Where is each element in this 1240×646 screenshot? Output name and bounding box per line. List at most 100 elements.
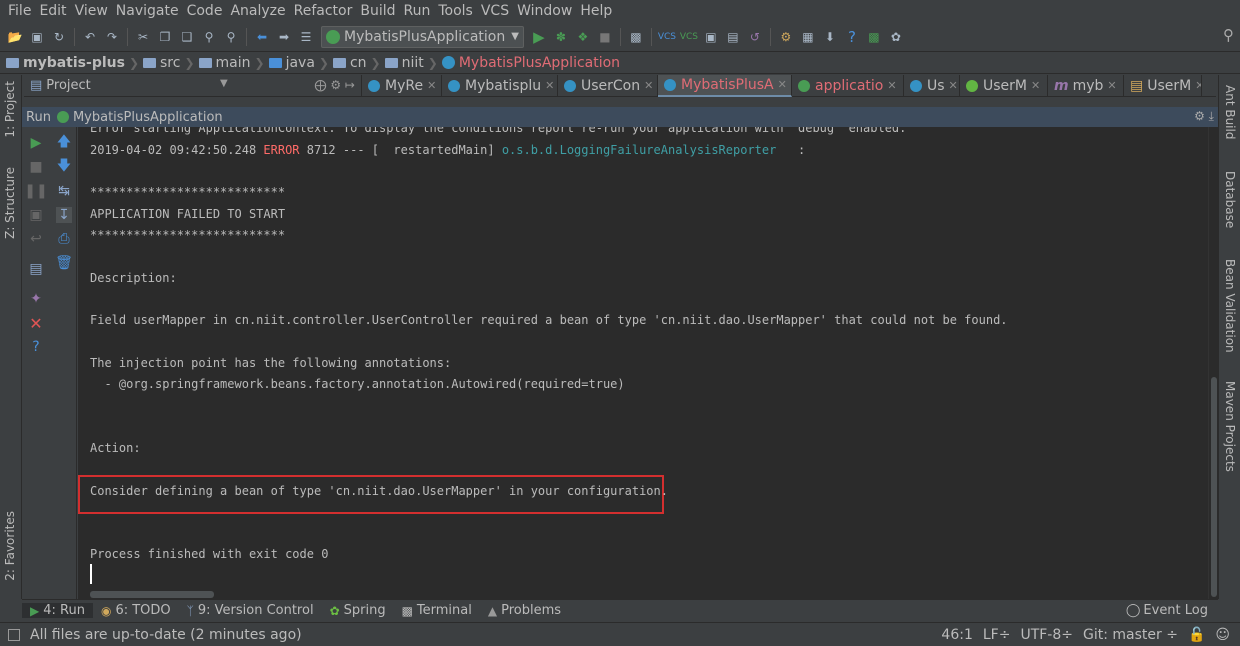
panel-settings-icon[interactable]: ⚙ ⤓ bbox=[1194, 109, 1214, 124]
file-encoding[interactable]: UTF-8÷ bbox=[1020, 627, 1073, 643]
breadcrumb-java[interactable]: java bbox=[268, 55, 315, 71]
menu-build[interactable]: Build bbox=[356, 3, 399, 19]
back-icon[interactable]: ⬅ bbox=[253, 28, 271, 46]
menu-vcs[interactable]: VCS bbox=[477, 3, 513, 19]
find-icon[interactable]: ⚲ bbox=[200, 28, 218, 46]
close-icon[interactable]: ✕ bbox=[644, 79, 653, 92]
project-structure-icon[interactable]: ▦ bbox=[799, 28, 817, 46]
arrow-up-icon[interactable]: 🡅 bbox=[56, 134, 72, 151]
menu-help[interactable]: Help bbox=[576, 3, 616, 19]
close-icon[interactable]: ✕ bbox=[1195, 79, 1201, 92]
search-everywhere-icon[interactable]: ⚲ bbox=[1223, 26, 1234, 44]
toggle-tool-windows-icon[interactable] bbox=[8, 628, 20, 641]
close-icon[interactable]: ✕ bbox=[949, 79, 958, 92]
tool-tab-favorites[interactable]: 2: Favorites bbox=[3, 511, 17, 581]
debug-icon[interactable]: ✽ bbox=[552, 28, 570, 46]
menu-window[interactable]: Window bbox=[513, 3, 576, 19]
project-panel-icons[interactable]: ⨁ ⚙ ↦ bbox=[315, 78, 355, 92]
redo-icon[interactable]: ↷ bbox=[103, 28, 121, 46]
revert-icon[interactable]: ↺ bbox=[746, 28, 764, 46]
menu-tools[interactable]: Tools bbox=[434, 3, 477, 19]
console-output[interactable]: Error starting ApplicationContext. To di… bbox=[78, 127, 1208, 599]
exit-icon[interactable]: ↩ bbox=[28, 231, 44, 247]
settings-icon[interactable]: ⚙ bbox=[777, 28, 795, 46]
tool-tab-todo[interactable]: ◉ 6: TODO bbox=[93, 603, 179, 618]
close-icon[interactable]: ✕ bbox=[545, 79, 554, 92]
copy-icon[interactable]: ❐ bbox=[156, 28, 174, 46]
bug-report-icon[interactable]: ✿ bbox=[887, 28, 905, 46]
menu-navigate[interactable]: Navigate bbox=[112, 3, 183, 19]
lock-icon[interactable]: 🔓 bbox=[1188, 627, 1205, 643]
tab-mybatisplusapplication[interactable]: MybatisPlusA ✕ bbox=[658, 74, 792, 97]
paste-icon[interactable]: ❑ bbox=[178, 28, 196, 46]
vertical-scrollbar[interactable] bbox=[1208, 127, 1218, 599]
tasks-icon[interactable]: ▩ bbox=[865, 28, 883, 46]
run-icon[interactable]: ▶ bbox=[530, 28, 548, 46]
tool-tab-problems[interactable]: ▲ Problems bbox=[480, 603, 569, 618]
log-logger-link[interactable]: o.s.b.d.LoggingFailureAnalysisReporter bbox=[502, 143, 777, 157]
inspector-icon[interactable]: ☺ bbox=[1215, 627, 1230, 643]
breadcrumb-src[interactable]: src bbox=[143, 55, 180, 71]
menu-edit[interactable]: Edit bbox=[35, 3, 70, 19]
tool-tab-maven-projects[interactable]: Maven Projects bbox=[1223, 381, 1237, 472]
pin-icon[interactable]: ✦ bbox=[28, 291, 44, 307]
tab-myb[interactable]: m myb ✕ bbox=[1048, 74, 1124, 97]
vcs-commit-icon[interactable]: VCS bbox=[680, 28, 698, 46]
build-icon[interactable]: ☰ bbox=[297, 28, 315, 46]
tool-tab-ant-build[interactable]: Ant Build bbox=[1223, 85, 1237, 139]
menu-code[interactable]: Code bbox=[183, 3, 227, 19]
tool-tab-database[interactable]: Database bbox=[1223, 171, 1237, 228]
tab-application[interactable]: applicatio ✕ bbox=[792, 74, 904, 97]
replace-icon[interactable]: ⚲ bbox=[222, 28, 240, 46]
git-branch[interactable]: Git: master ÷ bbox=[1083, 627, 1178, 643]
menu-view[interactable]: View bbox=[71, 3, 112, 19]
run-config-selector[interactable]: MybatisPlusApplication ▼ bbox=[321, 25, 524, 48]
tool-tab-project[interactable]: 1: Project bbox=[3, 81, 17, 138]
layout-icon[interactable]: ▤ bbox=[28, 261, 44, 277]
breadcrumb-project[interactable]: mybatis-plus bbox=[6, 55, 125, 71]
stop-icon[interactable]: ■ bbox=[28, 159, 44, 175]
arrow-down-icon[interactable]: 🡇 bbox=[56, 158, 72, 175]
vcs-compare-icon[interactable]: ▤ bbox=[724, 28, 742, 46]
tab-us[interactable]: Us ✕ bbox=[904, 74, 960, 97]
scroll-to-end-icon[interactable]: ↧ bbox=[56, 207, 72, 223]
close-icon[interactable]: ✕ bbox=[427, 79, 436, 92]
horizontal-scrollbar[interactable] bbox=[90, 591, 214, 598]
open-folder-icon[interactable]: 📂 bbox=[6, 28, 24, 46]
tool-tab-bean-validation[interactable]: Bean Validation bbox=[1223, 259, 1237, 353]
dump-threads-icon[interactable]: ▣ bbox=[28, 207, 44, 223]
tab-myre[interactable]: MyRe ✕ bbox=[362, 74, 442, 97]
stop-icon[interactable]: ■ bbox=[596, 28, 614, 46]
menu-file[interactable]: File bbox=[4, 3, 35, 19]
tab-mybatisplu[interactable]: Mybatisplu ✕ bbox=[442, 74, 558, 97]
tool-tab-structure[interactable]: Z: Structure bbox=[3, 167, 17, 239]
save-icon[interactable]: ▣ bbox=[28, 28, 46, 46]
print-icon[interactable]: ⎙ bbox=[56, 231, 72, 247]
dropdown-icon[interactable]: ▼ bbox=[220, 78, 228, 89]
breadcrumb-class[interactable]: MybatisPlusApplication bbox=[441, 55, 620, 71]
line-separator[interactable]: LF÷ bbox=[983, 627, 1011, 643]
tool-tab-spring[interactable]: ✿ Spring bbox=[322, 603, 394, 618]
coverage-icon[interactable]: ❖ bbox=[574, 28, 592, 46]
tab-userm-xml[interactable]: ▤UserM✕ bbox=[1124, 74, 1202, 97]
close-icon[interactable]: ✕ bbox=[1031, 79, 1040, 92]
vcs-history-icon[interactable]: ▣ bbox=[702, 28, 720, 46]
close-icon[interactable]: ✕ bbox=[887, 79, 896, 92]
tool-tab-run[interactable]: ▶ 4: Run bbox=[22, 603, 93, 618]
menu-refactor[interactable]: Refactor bbox=[290, 3, 357, 19]
breadcrumb-cn[interactable]: cn bbox=[332, 55, 367, 71]
sync-icon[interactable]: ↻ bbox=[50, 28, 68, 46]
scrollbar-thumb[interactable] bbox=[1211, 377, 1217, 597]
project-panel-header[interactable]: ▤ Project ▼ ⨁ ⚙ ↦ bbox=[24, 74, 362, 97]
breadcrumb-main[interactable]: main bbox=[198, 55, 251, 71]
attach-icon[interactable]: ▩ bbox=[627, 28, 645, 46]
tool-tab-version-control[interactable]: ᛉ 9: Version Control bbox=[179, 603, 322, 618]
breadcrumb-niit[interactable]: niit bbox=[384, 55, 424, 71]
run-panel-config[interactable]: MybatisPlusApplication bbox=[73, 110, 223, 125]
tool-tab-terminal[interactable]: ▩ Terminal bbox=[394, 603, 480, 618]
pause-icon[interactable]: ❚❚ bbox=[24, 183, 47, 199]
tab-usercon[interactable]: UserCon ✕ bbox=[558, 74, 658, 97]
tab-userm[interactable]: UserM ✕ bbox=[960, 74, 1048, 97]
cut-icon[interactable]: ✂ bbox=[134, 28, 152, 46]
close-icon[interactable]: ✕ bbox=[778, 78, 787, 91]
